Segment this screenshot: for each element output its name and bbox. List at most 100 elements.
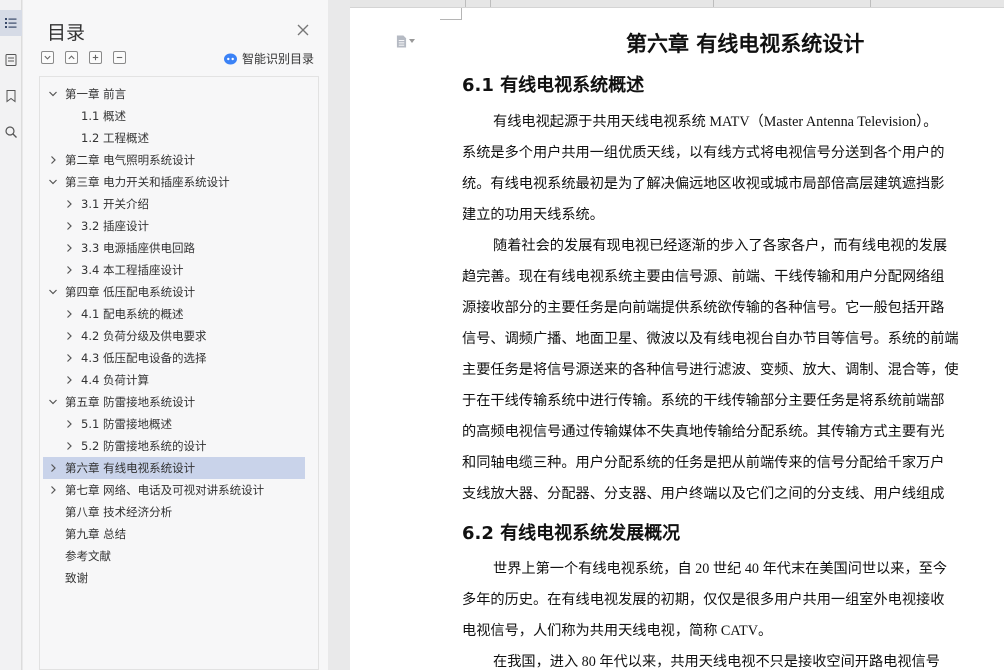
toc-item-label: 3.2 插座设计: [81, 219, 149, 233]
ruler: [350, 0, 1004, 8]
toc-item[interactable]: 第四章 低压配电系统设计: [40, 281, 320, 303]
collapse-up-button[interactable]: [65, 51, 78, 64]
find-button[interactable]: [0, 119, 22, 145]
remove-heading-button[interactable]: [113, 51, 126, 64]
chevron-right-icon[interactable]: [64, 309, 74, 319]
toc-item-label: 第四章 低压配电系统设计: [65, 285, 196, 299]
body-text-line: 随着社会的发展有现电视已经逐渐的步入了各家各户，而有线电视的发展: [493, 238, 948, 254]
chevron-right-icon[interactable]: [64, 375, 74, 385]
chevron-right-icon[interactable]: [64, 221, 74, 231]
minus-icon: [116, 56, 123, 59]
toc-item[interactable]: 5.1 防雷接地概述: [40, 413, 320, 435]
toc-item[interactable]: 3.1 开关介绍: [40, 193, 320, 215]
toc-item[interactable]: 第七章 网络、电话及可视对讲系统设计: [40, 479, 320, 501]
body-text-line: 多年的历史。在有线电视发展的初期，仅仅是很多用户共用一组室外电视接收: [462, 592, 945, 608]
body-text-line: 统。有线电视系统最初是为了解决偏远地区收视或城市局部倍高层建筑遮挡影: [462, 176, 945, 192]
bookmark-icon: [6, 90, 16, 103]
body-text-line: 世界上第一个有线电视系统，自 20 世纪 40 年代末在美国问世以来，至今: [493, 561, 948, 577]
caret-down-icon: [409, 39, 415, 43]
chevron-right-icon[interactable]: [64, 331, 74, 341]
chapter-title: 第六章 有线电视系统设计: [626, 32, 865, 56]
body-text-line: 电视信号，人们称为共用天线电视，简称 CATV。: [462, 623, 773, 639]
toc-item[interactable]: 第三章 电力开关和插座系统设计: [40, 171, 320, 193]
chevron-right-icon[interactable]: [64, 419, 74, 429]
outline-button[interactable]: [0, 47, 22, 73]
toc-item[interactable]: 4.3 低压配电设备的选择: [40, 347, 320, 369]
chevron-right-icon[interactable]: [64, 265, 74, 275]
chevron-down-icon[interactable]: [48, 287, 58, 297]
chevron-right-icon[interactable]: [48, 463, 58, 473]
toc-item-label: 1.1 概述: [81, 109, 126, 123]
document-icon: [396, 35, 407, 47]
toc-item-label: 参考文献: [65, 549, 111, 563]
toc-item-label: 4.4 负荷计算: [81, 373, 149, 387]
side-toolbar: [0, 0, 22, 670]
body-text-line: 主要任务是将信号源送来的各种信号进行滤波、变频、放大、调制、混合等，使: [462, 362, 959, 378]
toc-item[interactable]: 1.1 概述: [40, 105, 320, 127]
chevron-right-icon[interactable]: [48, 155, 58, 165]
outline-icon: [5, 54, 17, 66]
toc-toggle-button[interactable]: [0, 10, 22, 36]
list-icon: [5, 18, 17, 28]
toc-item-label: 5.2 防雷接地系统的设计: [81, 439, 207, 453]
expand-down-button[interactable]: [41, 51, 54, 64]
body-text-line: 支线放大器、分配器、分支器、用户终端以及它们之间的分支线、用户线组成: [462, 486, 945, 502]
body-text-line: 建立的功用天线系统。: [462, 207, 604, 223]
smart-toc-button[interactable]: 智能识别目录: [223, 49, 314, 67]
search-icon: [5, 126, 17, 138]
toc-item-label: 1.2 工程概述: [81, 131, 149, 145]
section-heading-6-2: 6.2 有线电视系统发展概况: [462, 523, 681, 544]
toc-item-label: 5.1 防雷接地概述: [81, 417, 172, 431]
toc-title: 目录: [47, 22, 86, 44]
chevron-right-icon[interactable]: [64, 353, 74, 363]
toc-item[interactable]: 第九章 总结: [40, 523, 320, 545]
toc-item[interactable]: 4.4 负荷计算: [40, 369, 320, 391]
bookmark-button[interactable]: [0, 83, 22, 109]
body-text-line: 有线电视起源于共用天线电视系统 MATV（Master Antenna Tele…: [493, 114, 938, 130]
toc-item[interactable]: 致谢: [40, 567, 320, 589]
toc-item[interactable]: 1.2 工程概述: [40, 127, 320, 149]
toc-item[interactable]: 5.2 防雷接地系统的设计: [40, 435, 320, 457]
body-text-line: 的高频电视信号通过传输媒体不失真地传输给分配系统。其传输方式主要有光: [462, 424, 945, 440]
body-text-line: 于在干线传输系统中进行传输。系统的干线传输部分主要任务是将系统前端部: [462, 393, 945, 409]
chevron-down-icon[interactable]: [48, 177, 58, 187]
toc-item[interactable]: 3.3 电源插座供电回路: [40, 237, 320, 259]
toc-tree: 第一章 前言 1.1 概述 1.2 工程概述第二章 电气照明系统设计 第三章 电力开关…: [39, 77, 319, 670]
toc-item-label: 第九章 总结: [65, 527, 127, 541]
toc-item[interactable]: 第二章 电气照明系统设计: [40, 149, 320, 171]
toc-item-label: 3.3 电源插座供电回路: [81, 241, 195, 255]
add-heading-button[interactable]: [89, 51, 102, 64]
document-page[interactable]: 第六章 有线电视系统设计 6.1 有线电视系统概述 6.2 有线电视系统发展概况…: [350, 8, 1004, 670]
smart-toc-label: 智能识别目录: [242, 51, 315, 66]
toc-item[interactable]: 参考文献: [40, 545, 320, 567]
toc-item[interactable]: 4.1 配电系统的概述: [40, 303, 320, 325]
toc-item[interactable]: 第五章 防雷接地系统设计: [40, 391, 320, 413]
toc-item-label: 第八章 技术经济分析: [65, 505, 173, 519]
toc-panel: 目录 智能识别目录 第一章 前言 1.1 概述 1.2 工程概述第二章 电气照明系统…: [23, 0, 328, 670]
chevron-right-icon[interactable]: [48, 485, 58, 495]
toc-item[interactable]: 3.2 插座设计: [40, 215, 320, 237]
close-icon[interactable]: [295, 22, 311, 38]
robot-icon: [224, 53, 237, 64]
body-text-line: 趋完善。现在有线电视系统主要由信号源、前端、干线传输和用户分配网络组: [462, 269, 945, 285]
chevron-right-icon[interactable]: [64, 441, 74, 451]
toc-item-label: 3.1 开关介绍: [81, 197, 149, 211]
toc-item[interactable]: 第八章 技术经济分析: [40, 501, 320, 523]
toc-item-label: 4.2 负荷分级及供电要求: [81, 329, 207, 343]
chevron-down-icon[interactable]: [48, 89, 58, 99]
toc-item[interactable]: 第六章 有线电视系统设计: [43, 457, 305, 479]
body-text-line: 信号、调频广播、地面卫星、微波以及有线电视台自办节目等信号。系统的前端: [462, 331, 959, 347]
paragraph-menu-button[interactable]: [396, 34, 418, 48]
chevron-right-icon[interactable]: [64, 199, 74, 209]
toc-item[interactable]: 4.2 负荷分级及供电要求: [40, 325, 320, 347]
toc-item-label: 第五章 防雷接地系统设计: [65, 395, 196, 409]
margin-corner-mark: [440, 8, 462, 20]
toc-item-label: 第七章 网络、电话及可视对讲系统设计: [65, 483, 265, 497]
chevron-down-icon[interactable]: [48, 397, 58, 407]
toc-item[interactable]: 3.4 本工程插座设计: [40, 259, 320, 281]
toc-item[interactable]: 第一章 前言: [40, 83, 320, 105]
chevron-down-icon: [44, 55, 51, 60]
chevron-right-icon[interactable]: [64, 243, 74, 253]
body-text-line: 源接收部分的主要任务是向前端提供系统欲传输的各种信号。它一般包括开路: [462, 300, 945, 316]
body-text-line: 在我国，进入 80 年代以来，共用天线电视不只是接收空间开路电视信号: [493, 654, 940, 670]
